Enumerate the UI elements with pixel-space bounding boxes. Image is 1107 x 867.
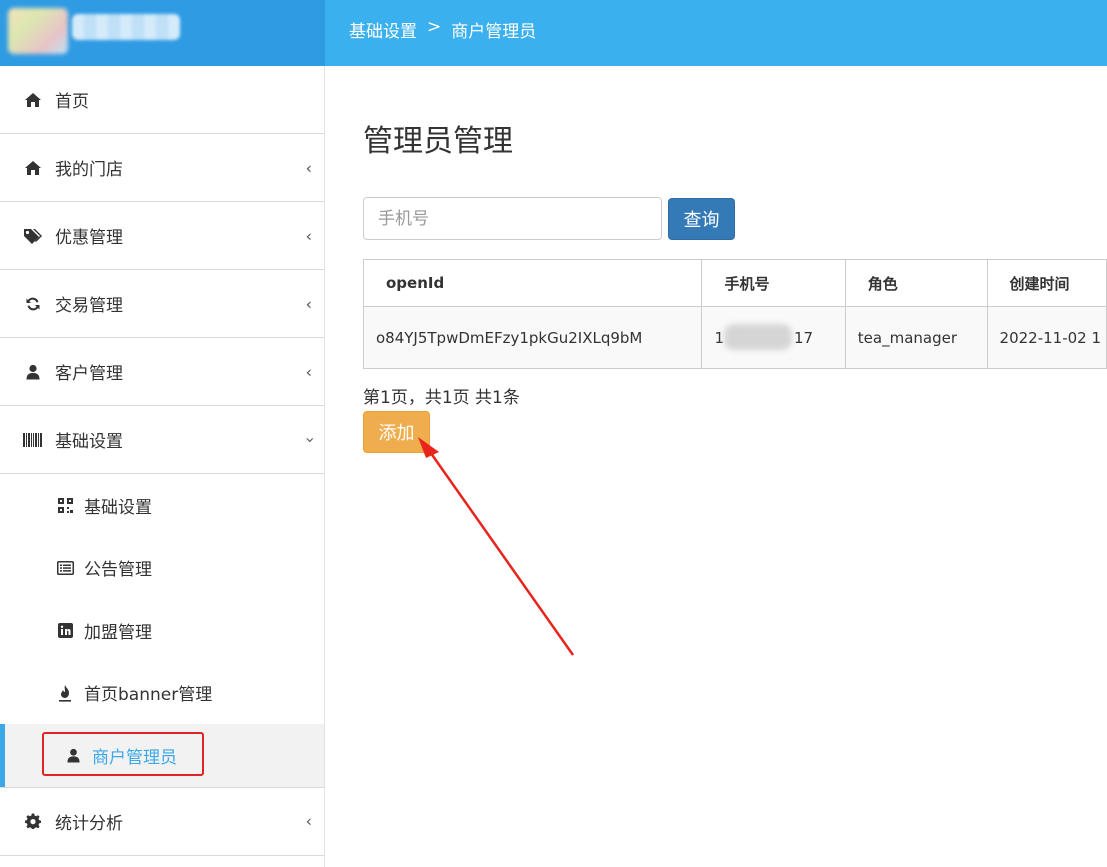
sidebar-item-label: 首页 bbox=[55, 92, 89, 112]
pagination-info: 第1页，共1页 共1条 bbox=[363, 388, 520, 408]
home-icon bbox=[22, 160, 44, 176]
sidebar-item-label: 我的门店 bbox=[55, 160, 123, 180]
sidebar-item-statistics[interactable]: 统计分析 ‹ bbox=[0, 788, 324, 856]
breadcrumb: 基础设置 > 商户管理员 bbox=[349, 17, 536, 42]
top-header: 基础设置 > 商户管理员 bbox=[0, 0, 1107, 66]
phone-redacted bbox=[724, 324, 793, 350]
table-row[interactable]: o84YJ5TpwDmEFzy1pkGu2IXLq9bM 1 17 tea_man… bbox=[363, 306, 1107, 369]
chevron-left-icon: ‹ bbox=[305, 811, 312, 831]
admin-table: openId 手机号 角色 创建时间 o84YJ5TpwDmEFzy1pkGu2… bbox=[363, 259, 1107, 369]
table-header-row: openId 手机号 角色 创建时间 bbox=[363, 259, 1107, 307]
submenu-item-home-banner[interactable]: 首页banner管理 bbox=[0, 662, 324, 725]
submenu-item-basic-settings[interactable]: 基础设置 bbox=[0, 474, 324, 537]
phone-suffix: 17 bbox=[794, 328, 814, 347]
submenu-basic-settings: 基础设置 公告管理 加盟管理 首页banner管理 商户管理员 bbox=[0, 474, 324, 788]
chevron-down-icon: ‹ bbox=[299, 436, 319, 443]
gear-icon bbox=[22, 813, 44, 829]
sidebar: 首页 我的门店 ‹ 优惠管理 ‹ 交易管理 ‹ 客户管理 ‹ 基础设置 ‹ 基础… bbox=[0, 66, 325, 867]
sidebar-item-label: 交易管理 bbox=[55, 296, 123, 316]
submenu-item-label: 加盟管理 bbox=[84, 622, 152, 643]
cell-phone: 1 17 bbox=[701, 306, 846, 369]
logo-image bbox=[8, 8, 68, 54]
sidebar-item-discounts[interactable]: 优惠管理 ‹ bbox=[0, 202, 324, 270]
tags-icon bbox=[22, 228, 44, 244]
submenu-item-franchise[interactable]: 加盟管理 bbox=[0, 599, 324, 662]
sidebar-item-my-store[interactable]: 我的门店 ‹ bbox=[0, 134, 324, 202]
chevron-left-icon: ‹ bbox=[305, 158, 312, 177]
fire-icon bbox=[56, 684, 74, 702]
submenu-item-merchant-admin[interactable]: 商户管理员 bbox=[0, 724, 324, 787]
sidebar-item-basic-settings[interactable]: 基础设置 ‹ bbox=[0, 406, 324, 474]
admin-table-wrapper: openId 手机号 角色 创建时间 o84YJ5TpwDmEFzy1pkGu2… bbox=[363, 259, 1107, 371]
sidebar-item-home[interactable]: 首页 bbox=[0, 66, 324, 134]
cell-openid: o84YJ5TpwDmEFzy1pkGu2IXLq9bM bbox=[363, 306, 703, 369]
sidebar-item-transactions[interactable]: 交易管理 ‹ bbox=[0, 270, 324, 338]
logo-area[interactable] bbox=[0, 0, 325, 66]
submenu-item-announcements[interactable]: 公告管理 bbox=[0, 537, 324, 600]
linkedin-icon bbox=[56, 622, 74, 638]
column-header-role[interactable]: 角色 bbox=[844, 259, 988, 307]
query-button[interactable]: 查询 bbox=[668, 198, 735, 240]
breadcrumb-parent[interactable]: 基础设置 bbox=[349, 17, 417, 42]
submenu-item-label: 首页banner管理 bbox=[84, 685, 213, 706]
sidebar-item-customers[interactable]: 客户管理 ‹ bbox=[0, 338, 324, 406]
phone-prefix: 1 bbox=[714, 328, 725, 347]
phone-search-input[interactable] bbox=[363, 197, 662, 240]
barcode-icon bbox=[22, 432, 44, 448]
active-indicator bbox=[0, 724, 5, 787]
chevron-left-icon: ‹ bbox=[305, 362, 312, 381]
list-alt-icon bbox=[56, 560, 74, 575]
sidebar-item-label: 基础设置 bbox=[55, 432, 123, 452]
submenu-item-label: 商户管理员 bbox=[92, 747, 177, 768]
column-header-phone[interactable]: 手机号 bbox=[701, 259, 846, 307]
logo-name-redacted bbox=[72, 14, 180, 40]
add-button[interactable]: 添加 bbox=[363, 411, 430, 453]
user-icon bbox=[64, 748, 82, 763]
sidebar-item-label: 客户管理 bbox=[55, 364, 123, 384]
column-header-created[interactable]: 创建时间 bbox=[986, 259, 1107, 307]
main-content: 管理员管理 查询 openId 手机号 角色 创建时间 o84YJ5TpwDmE… bbox=[363, 66, 1107, 867]
page-title: 管理员管理 bbox=[363, 124, 513, 159]
sidebar-item-label: 统计分析 bbox=[55, 813, 123, 834]
home-icon bbox=[22, 92, 44, 108]
cell-created: 2022-11-02 1 bbox=[986, 306, 1107, 369]
breadcrumb-separator: > bbox=[427, 17, 442, 37]
refresh-icon bbox=[22, 296, 44, 312]
sidebar-item-label: 优惠管理 bbox=[55, 228, 123, 248]
breadcrumb-current: 商户管理员 bbox=[451, 22, 537, 42]
chevron-left-icon: ‹ bbox=[305, 294, 312, 313]
column-header-openid[interactable]: openId bbox=[363, 259, 703, 307]
submenu-item-label: 公告管理 bbox=[84, 560, 152, 581]
submenu-item-label: 基础设置 bbox=[84, 497, 152, 518]
qrcode-icon bbox=[56, 497, 74, 513]
chevron-left-icon: ‹ bbox=[305, 226, 312, 245]
cell-role: tea_manager bbox=[844, 306, 988, 369]
user-icon bbox=[22, 364, 44, 380]
